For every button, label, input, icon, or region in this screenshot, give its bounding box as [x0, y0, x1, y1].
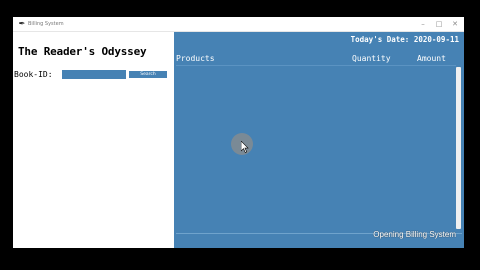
book-id-input[interactable]: [62, 70, 126, 79]
column-header-products: Products: [176, 54, 215, 63]
date-label: Today's Date: 2020-09-11: [350, 35, 459, 44]
search-panel: The Reader's Odyssey Book-ID: Search: [13, 32, 174, 248]
close-button[interactable]: ✕: [446, 17, 464, 31]
scrollbar-thumb[interactable]: [456, 67, 461, 229]
feather-icon: ✒: [18, 19, 26, 28]
column-header-quantity: Quantity: [352, 54, 391, 63]
book-id-label: Book-ID:: [14, 70, 53, 79]
title-bar[interactable]: ✒ Billing System – □ ✕: [13, 17, 464, 32]
bill-panel: Today's Date: 2020-09-11 Products Quanti…: [174, 32, 464, 248]
column-header-amount: Amount: [417, 54, 446, 63]
store-title: The Reader's Odyssey: [18, 45, 147, 58]
window-title: Billing System: [28, 21, 64, 27]
header-divider: [176, 65, 456, 66]
status-text: Opening Billing System: [373, 230, 456, 239]
search-button[interactable]: Search: [128, 70, 168, 79]
mouse-cursor-icon: [241, 141, 249, 153]
